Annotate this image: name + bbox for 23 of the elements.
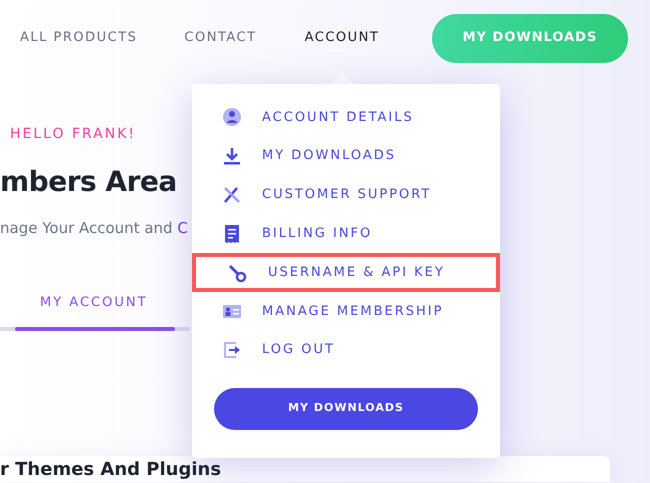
person-icon <box>222 107 242 128</box>
menu-item[interactable]: MANAGE MEMBERSHIP <box>192 292 500 331</box>
card-heading: r Themes And Plugins <box>0 459 222 481</box>
menu-item[interactable]: CUSTOMER SUPPORT <box>192 176 500 214</box>
menu-item[interactable]: MY DOWNLOADS <box>192 136 500 176</box>
tools-icon <box>222 184 242 205</box>
menu-item[interactable]: LOG OUT <box>192 330 500 370</box>
greeting: HELLO FRANK! <box>10 125 136 144</box>
page-heading: mbers Area <box>0 165 177 199</box>
menu-item[interactable]: BILLING INFO <box>192 214 500 254</box>
menu-item[interactable]: USERNAME & API KEY <box>192 253 500 292</box>
nav-link[interactable]: ALL PRODUCTS <box>20 28 138 48</box>
logout-icon <box>222 340 242 360</box>
my-downloads-button[interactable]: MY DOWNLOADS <box>214 388 478 430</box>
subtitle-link[interactable]: C <box>177 218 188 237</box>
key-icon <box>228 262 248 283</box>
nav-link[interactable]: ACCOUNT <box>304 28 380 48</box>
download-icon <box>222 146 242 166</box>
menu-item[interactable]: ACCOUNT DETAILS <box>192 98 500 137</box>
nav-link[interactable]: CONTACT <box>184 28 257 48</box>
tab[interactable]: MY ACCOUNT <box>0 293 148 313</box>
subtitle: nage Your Account and C <box>0 218 188 239</box>
receipt-icon <box>222 224 242 244</box>
